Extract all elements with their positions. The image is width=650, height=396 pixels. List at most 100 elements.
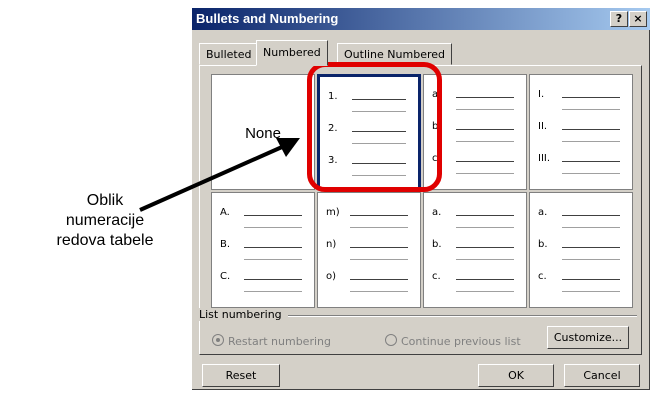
text-line <box>562 109 620 110</box>
restart-numbering-radio[interactable]: Restart numbering <box>212 334 331 348</box>
numbering-marker: 2. <box>328 123 338 134</box>
text-line <box>352 99 406 100</box>
text-line <box>562 129 620 130</box>
numbering-row: c. <box>432 271 518 292</box>
text-line <box>562 161 620 162</box>
text-line <box>244 247 302 248</box>
none-label: None <box>245 125 281 142</box>
numbering-row: o) <box>326 271 412 292</box>
text-line <box>350 247 408 248</box>
text-line <box>456 227 514 228</box>
numbering-marker: o) <box>326 271 337 282</box>
text-line <box>244 279 302 280</box>
dialog-title: Bullets and Numbering <box>196 11 339 26</box>
text-line <box>562 247 620 248</box>
text-line <box>456 259 514 260</box>
text-line <box>456 247 514 248</box>
text-line <box>456 141 514 142</box>
text-line <box>350 227 408 228</box>
numbering-row: C. <box>220 271 306 292</box>
numbering-marker: c. <box>432 153 441 164</box>
text-line <box>456 215 514 216</box>
annotation-text: Oblik numeracije redova tabele <box>56 192 154 249</box>
close-button[interactable]: × <box>629 11 647 27</box>
text-line <box>350 259 408 260</box>
text-line <box>244 291 302 292</box>
numbering-row: 3. <box>328 155 410 176</box>
numbering-option-1[interactable]: None <box>211 74 315 190</box>
numbering-option-3[interactable]: a. b. c. <box>423 74 527 190</box>
numbering-marker: A. <box>220 207 230 218</box>
numbering-option-7[interactable]: a. b. c. <box>423 192 527 308</box>
text-line <box>562 291 620 292</box>
numbering-option-6[interactable]: m) n) o) <box>317 192 421 308</box>
numbering-marker: 1. <box>328 91 338 102</box>
numbering-option-4[interactable]: I. II. III. <box>529 74 633 190</box>
text-line <box>352 175 406 176</box>
numbering-row: b. <box>432 239 518 260</box>
help-button[interactable]: ? <box>610 11 628 27</box>
numbering-option-5[interactable]: A. B. C. <box>211 192 315 308</box>
text-line <box>350 215 408 216</box>
numbering-marker: b. <box>432 121 442 132</box>
text-line <box>562 227 620 228</box>
cancel-button[interactable]: Cancel <box>564 364 640 387</box>
ok-button[interactable]: OK <box>478 364 554 387</box>
tab-bulleted[interactable]: Bulleted <box>199 43 259 65</box>
title-bar: Bullets and Numbering ? × <box>192 8 650 30</box>
numbering-marker: c. <box>432 271 441 282</box>
text-line <box>352 163 406 164</box>
numbering-option-8[interactable]: a. b. c. <box>529 192 633 308</box>
text-line <box>562 259 620 260</box>
continue-list-label: Continue previous list <box>401 335 521 348</box>
group-divider <box>288 315 637 317</box>
restart-numbering-label: Restart numbering <box>228 335 331 348</box>
text-line <box>562 173 620 174</box>
numbering-row: n) <box>326 239 412 260</box>
text-line <box>244 227 302 228</box>
text-line <box>456 97 514 98</box>
text-line <box>352 111 406 112</box>
numbering-marker: c. <box>538 271 547 282</box>
numbering-row: a. <box>432 89 518 110</box>
numbering-row: 1. <box>328 91 410 112</box>
numbering-row: a. <box>432 207 518 228</box>
numbering-marker: m) <box>326 207 340 218</box>
text-line <box>456 173 514 174</box>
text-line <box>244 259 302 260</box>
tab-numbered[interactable]: Numbered <box>256 40 328 66</box>
text-line <box>350 279 408 280</box>
numbering-row: c. <box>432 153 518 174</box>
numbering-marker: b. <box>538 239 548 250</box>
numbering-row: B. <box>220 239 306 260</box>
text-line <box>456 291 514 292</box>
text-line <box>244 215 302 216</box>
tab-bulleted-label: Bulleted <box>206 48 252 61</box>
text-line <box>456 161 514 162</box>
numbering-row: b. <box>432 121 518 142</box>
numbering-marker: C. <box>220 271 231 282</box>
numbering-row: b. <box>538 239 624 260</box>
reset-button[interactable]: Reset <box>202 364 280 387</box>
list-numbering-label: List numbering <box>199 308 286 321</box>
text-line <box>352 131 406 132</box>
numbering-marker: a. <box>432 207 442 218</box>
numbering-row: a. <box>538 207 624 228</box>
continue-list-radio[interactable]: Continue previous list <box>385 334 521 348</box>
text-line <box>350 291 408 292</box>
text-line <box>562 279 620 280</box>
numbering-row: I. <box>538 89 624 110</box>
tab-outline-numbered[interactable]: Outline Numbered <box>337 43 452 65</box>
radio-on-icon <box>212 334 224 346</box>
tab-numbered-label: Numbered <box>263 46 321 59</box>
numbering-marker: II. <box>538 121 548 132</box>
tab-outline-numbered-label: Outline Numbered <box>344 48 445 61</box>
numbering-marker: 3. <box>328 155 338 166</box>
text-line <box>562 215 620 216</box>
numbering-row: 2. <box>328 123 410 144</box>
customize-button[interactable]: Customize... <box>547 326 629 349</box>
numbering-option-2[interactable]: 1. 2. 3. <box>317 74 421 190</box>
numbering-row: II. <box>538 121 624 142</box>
text-line <box>456 129 514 130</box>
text-line <box>562 141 620 142</box>
